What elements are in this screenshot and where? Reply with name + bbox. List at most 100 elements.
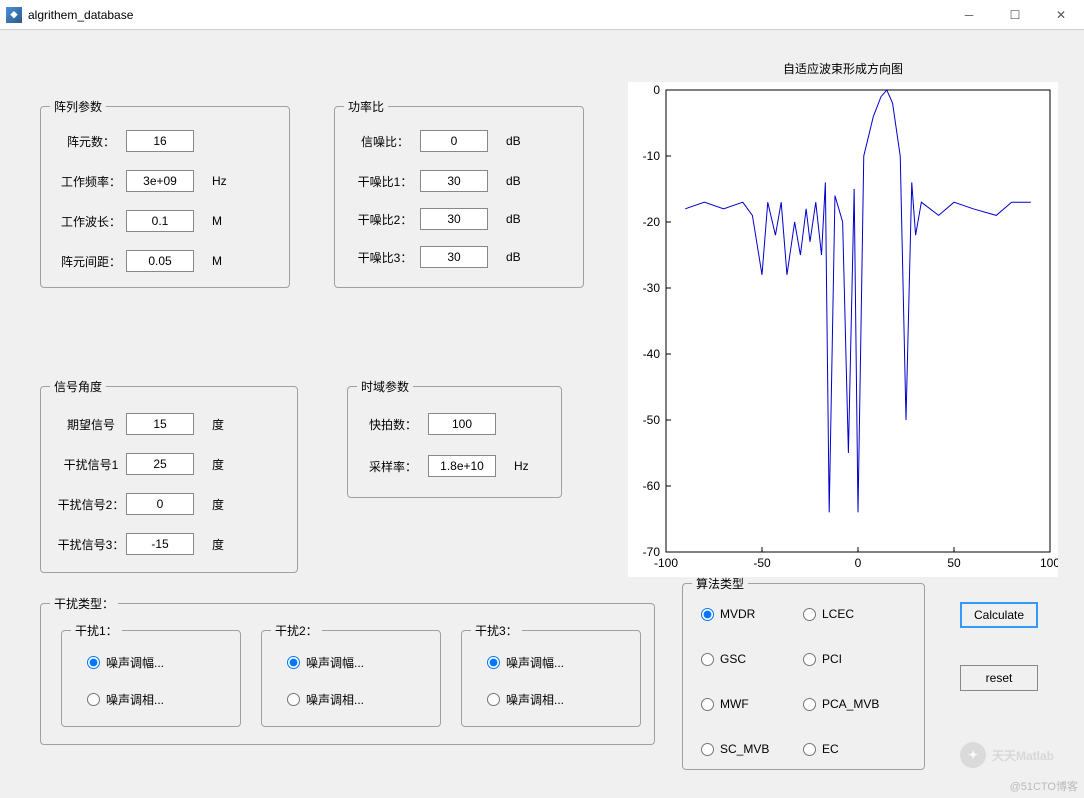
watermark-text: ✦天天Matlab: [960, 742, 1054, 768]
array-label-0: 阵元数：: [56, 133, 126, 150]
radio-lcec-label: LCEC: [822, 607, 854, 621]
content-area: 阵列参数 阵元数： 工作频率：Hz 工作波长：M 阵元间距：M 功率比 信噪比：…: [0, 30, 1084, 798]
power-label-0: 信噪比：: [350, 133, 420, 150]
array-input-elements[interactable]: [126, 130, 194, 152]
radio-mwf-label: MWF: [720, 697, 749, 711]
angle-input-jam2[interactable]: [126, 493, 194, 515]
panel-jamtype: 干扰类型： 干扰1： 噪声调幅... 噪声调相... 干扰2： 噪声调幅... …: [40, 595, 655, 745]
panel-jamtype-legend: 干扰类型：: [50, 595, 118, 612]
radio-lcec[interactable]: [803, 608, 816, 621]
power-unit-0: dB: [506, 134, 526, 148]
radio-ec-label: EC: [822, 742, 839, 756]
svg-text:50: 50: [947, 556, 961, 570]
power-unit-1: dB: [506, 174, 526, 188]
panel-power: 功率比 信噪比： dB 干噪比1： dB 干噪比2： dB 干噪比3： dB: [334, 98, 584, 288]
svg-text:100: 100: [1040, 556, 1058, 570]
power-unit-3: dB: [506, 250, 526, 264]
watermark-site: @51CTO博客: [1010, 778, 1078, 794]
radio-pcamvb[interactable]: [803, 698, 816, 711]
angle-input-jam1[interactable]: [126, 453, 194, 475]
time-input-samplerate[interactable]: [428, 455, 496, 477]
radio-jam1-pm[interactable]: [87, 693, 100, 706]
power-input-snr[interactable]: [420, 130, 488, 152]
power-input-inr1[interactable]: [420, 170, 488, 192]
panel-power-legend: 功率比: [344, 98, 388, 115]
angle-unit-1: 度: [212, 456, 232, 473]
array-label-1: 工作频率：: [56, 173, 126, 190]
panel-angle: 信号角度 期望信号度 干扰信号1度 干扰信号2：度 干扰信号3：度: [40, 378, 298, 573]
radio-jam2-pm[interactable]: [287, 693, 300, 706]
angle-label-2: 干扰信号2：: [56, 496, 126, 513]
array-input-spacing[interactable]: [126, 250, 194, 272]
power-label-3: 干噪比3：: [350, 249, 420, 266]
time-unit-1: Hz: [514, 459, 534, 473]
calculate-button[interactable]: Calculate: [960, 602, 1038, 628]
svg-text:-10: -10: [643, 149, 661, 163]
array-unit-2: M: [212, 214, 232, 228]
window-title: algrithem_database: [28, 8, 946, 22]
array-unit-1: Hz: [212, 174, 232, 188]
array-label-2: 工作波长：: [56, 213, 126, 230]
panel-jam1: 干扰1： 噪声调幅... 噪声调相...: [61, 622, 241, 727]
angle-input-jam3[interactable]: [126, 533, 194, 555]
svg-text:-60: -60: [643, 479, 661, 493]
radio-jam1-am[interactable]: [87, 656, 100, 669]
angle-unit-3: 度: [212, 536, 232, 553]
panel-jam2-legend: 干扰2：: [271, 622, 322, 639]
power-label-1: 干噪比1：: [350, 173, 420, 190]
svg-text:-50: -50: [753, 556, 771, 570]
radio-jam3-am[interactable]: [487, 656, 500, 669]
array-label-3: 阵元间距：: [56, 253, 126, 270]
matlab-icon: ◆: [6, 7, 22, 23]
svg-text:-30: -30: [643, 281, 661, 295]
panel-algo-legend: 算法类型: [692, 575, 748, 592]
radio-jam3-pm-label: 噪声调相...: [506, 691, 564, 708]
angle-unit-2: 度: [212, 496, 232, 513]
radio-jam3-am-label: 噪声调幅...: [506, 654, 564, 671]
panel-time-legend: 时域参数: [357, 378, 413, 395]
beampattern-plot: -100-50050100-70-60-50-40-30-20-100: [628, 82, 1058, 577]
radio-jam1-pm-label: 噪声调相...: [106, 691, 164, 708]
panel-jam3-legend: 干扰3：: [471, 622, 522, 639]
time-input-snapshots[interactable]: [428, 413, 496, 435]
reset-button[interactable]: reset: [960, 665, 1038, 691]
svg-text:0: 0: [855, 556, 862, 570]
time-label-0: 快拍数：: [358, 416, 428, 433]
svg-text:-70: -70: [643, 545, 661, 559]
radio-ec[interactable]: [803, 743, 816, 756]
svg-text:0: 0: [653, 83, 660, 97]
angle-unit-0: 度: [212, 416, 232, 433]
radio-jam2-pm-label: 噪声调相...: [306, 691, 364, 708]
wechat-icon: ✦: [960, 742, 986, 768]
radio-jam1-am-label: 噪声调幅...: [106, 654, 164, 671]
panel-array: 阵列参数 阵元数： 工作频率：Hz 工作波长：M 阵元间距：M: [40, 98, 290, 288]
radio-mwf[interactable]: [701, 698, 714, 711]
minimize-button[interactable]: ─: [946, 0, 992, 30]
radio-mvdr[interactable]: [701, 608, 714, 621]
radio-pci[interactable]: [803, 653, 816, 666]
panel-jam3: 干扰3： 噪声调幅... 噪声调相...: [461, 622, 641, 727]
radio-jam2-am-label: 噪声调幅...: [306, 654, 364, 671]
power-input-inr2[interactable]: [420, 208, 488, 230]
panel-jam1-legend: 干扰1：: [71, 622, 122, 639]
array-input-wavelength[interactable]: [126, 210, 194, 232]
radio-gsc[interactable]: [701, 653, 714, 666]
svg-text:-40: -40: [643, 347, 661, 361]
radio-jam3-pm[interactable]: [487, 693, 500, 706]
radio-jam2-am[interactable]: [287, 656, 300, 669]
svg-text:-20: -20: [643, 215, 661, 229]
angle-input-desired[interactable]: [126, 413, 194, 435]
power-unit-2: dB: [506, 212, 526, 226]
power-input-inr3[interactable]: [420, 246, 488, 268]
array-input-freq[interactable]: [126, 170, 194, 192]
close-button[interactable]: ✕: [1038, 0, 1084, 30]
maximize-button[interactable]: ☐: [992, 0, 1038, 30]
power-label-2: 干噪比2：: [350, 211, 420, 228]
radio-scmvb[interactable]: [701, 743, 714, 756]
radio-scmvb-label: SC_MVB: [720, 742, 769, 756]
svg-text:-50: -50: [643, 413, 661, 427]
plot-title: 自适应波束形成方向图: [628, 60, 1058, 77]
panel-time: 时域参数 快拍数： 采样率：Hz: [347, 378, 562, 498]
angle-label-3: 干扰信号3：: [56, 536, 126, 553]
panel-angle-legend: 信号角度: [50, 378, 106, 395]
